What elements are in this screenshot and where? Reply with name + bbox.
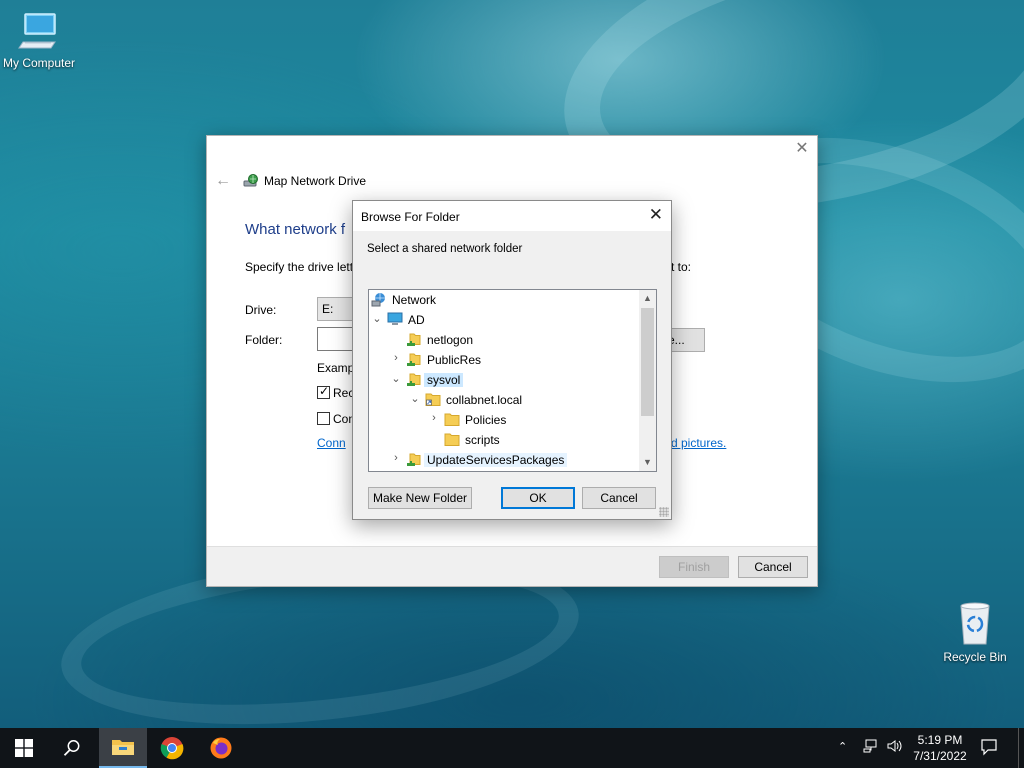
taskbar-file-explorer[interactable] — [99, 728, 147, 768]
close-icon[interactable]: ✕ — [795, 141, 809, 157]
folder-shortcut-icon — [425, 392, 441, 407]
clock-time: 5:19 PM — [917, 733, 963, 747]
tree-item-label: collabnet.local — [446, 393, 523, 407]
tree-item-label: Network — [392, 293, 437, 307]
tree-item[interactable]: › UpdateServicesPackages — [369, 450, 639, 470]
network-drive-icon — [243, 174, 258, 187]
back-arrow-icon[interactable]: ← — [215, 172, 231, 190]
computer-icon — [387, 312, 403, 327]
reconnect-checkbox[interactable] — [317, 384, 330, 399]
computer-icon — [18, 13, 56, 49]
shared-folder-icon — [406, 372, 422, 387]
drive-select[interactable]: E: — [317, 297, 357, 321]
tree-item[interactable]: ⌄ sysvol — [369, 370, 639, 390]
show-hidden-icons-chevron-icon[interactable]: ⌃ — [838, 740, 856, 768]
file-explorer-icon — [112, 740, 134, 755]
instruction-text-tail: t to: — [671, 260, 692, 274]
tree-item-label: netlogon — [427, 333, 474, 347]
chevron-right-icon[interactable]: › — [390, 452, 402, 464]
chevron-right-icon[interactable]: › — [390, 352, 402, 364]
chevron-down-icon[interactable]: ⌄ — [390, 372, 402, 385]
taskbar-firefox[interactable] — [197, 728, 245, 768]
volume-tray-icon[interactable] — [886, 738, 904, 768]
chrome-icon — [160, 737, 184, 760]
chevron-down-icon[interactable]: ⌄ — [409, 392, 421, 405]
close-icon[interactable]: ✕ — [649, 206, 663, 224]
desktop-icon-recycle-bin[interactable]: Recycle Bin — [930, 600, 1020, 664]
tree-item-label: AD — [408, 313, 425, 327]
clock[interactable]: 5:19 PM 7/31/2022 — [905, 732, 975, 768]
window-title: Map Network Drive — [264, 174, 367, 188]
shared-folder-icon — [406, 352, 422, 367]
tree-item-label: scripts — [465, 433, 500, 447]
page-heading: What network f — [245, 221, 346, 238]
tree-item-label: sysvol — [424, 373, 464, 387]
chevron-right-icon[interactable]: › — [428, 412, 440, 424]
taskbar: ⌃ 5:19 PM 7/31/2022 — [0, 728, 1024, 768]
shared-folder-icon — [406, 332, 422, 347]
dialog-instruction: Select a shared network folder — [367, 243, 523, 255]
scroll-up-icon[interactable]: ▲ — [639, 290, 656, 307]
start-icon — [15, 739, 33, 757]
tree-item[interactable]: ⌄ collabnet.local — [369, 390, 639, 410]
firefox-icon — [210, 737, 232, 759]
tree-item-label: PublicRes — [427, 353, 482, 367]
tree-item-label: UpdateServicesPackages — [424, 453, 568, 467]
network-icon — [371, 292, 387, 307]
connect-website-link-tail[interactable]: d pictures. — [671, 436, 726, 450]
credentials-checkbox[interactable] — [317, 412, 330, 425]
browse-for-folder-dialog: Browse For Folder ✕ Select a shared netw… — [352, 200, 672, 520]
chevron-down-icon[interactable]: ⌄ — [371, 312, 383, 325]
dialog-title: Browse For Folder — [361, 210, 460, 224]
make-new-folder-button[interactable]: Make New Folder — [368, 487, 472, 509]
clock-date: 7/31/2022 — [913, 749, 967, 763]
show-desktop-button[interactable] — [1018, 728, 1024, 768]
taskbar-chrome[interactable] — [148, 728, 196, 768]
notifications-icon[interactable] — [980, 738, 1004, 768]
folder-input[interactable] — [317, 327, 357, 351]
connect-website-link[interactable]: Conn — [317, 436, 355, 450]
scroll-thumb[interactable] — [641, 308, 654, 416]
start-button[interactable] — [0, 728, 48, 768]
tree-item[interactable]: netlogon — [369, 330, 639, 350]
finish-button[interactable]: Finish — [659, 556, 729, 578]
example-text: Examp — [317, 361, 355, 375]
folder-tree[interactable]: Network ⌄ AD netlogon › PublicRes ⌄ sysvol ⌄ coll… — [368, 289, 657, 472]
folder-label: Folder: — [245, 333, 283, 347]
desktop-icon-label: Recycle Bin — [943, 650, 1007, 664]
cancel-button[interactable]: Cancel — [582, 487, 656, 509]
tree-item[interactable]: Network — [369, 290, 639, 310]
search-icon — [63, 740, 80, 756]
shared-folder-icon — [406, 452, 422, 467]
folder-icon — [444, 412, 460, 427]
folder-icon — [444, 432, 460, 447]
network-tray-icon[interactable] — [862, 738, 880, 768]
tree-item[interactable]: › PublicRes — [369, 350, 639, 370]
scroll-down-icon[interactable]: ▼ — [639, 454, 656, 471]
tree-item[interactable]: ⌄ AD — [369, 310, 639, 330]
recycle-bin-icon — [960, 602, 990, 645]
tree-item[interactable]: scripts — [369, 430, 639, 450]
dialog-titlebar: Browse For Folder ✕ — [353, 201, 671, 231]
drive-label: Drive: — [245, 303, 277, 317]
cancel-button[interactable]: Cancel — [738, 556, 808, 578]
desktop-icon-label: My Computer — [2, 56, 76, 70]
resize-grip-icon[interactable] — [659, 507, 669, 517]
tree-item[interactable]: › Policies — [369, 410, 639, 430]
vertical-scrollbar[interactable]: ▲ ▼ — [639, 290, 656, 471]
desktop-icon-my-computer[interactable]: My Computer — [0, 8, 84, 70]
ok-button[interactable]: OK — [501, 487, 575, 509]
tree-item-label: Policies — [465, 413, 507, 427]
search-button[interactable] — [48, 728, 96, 768]
